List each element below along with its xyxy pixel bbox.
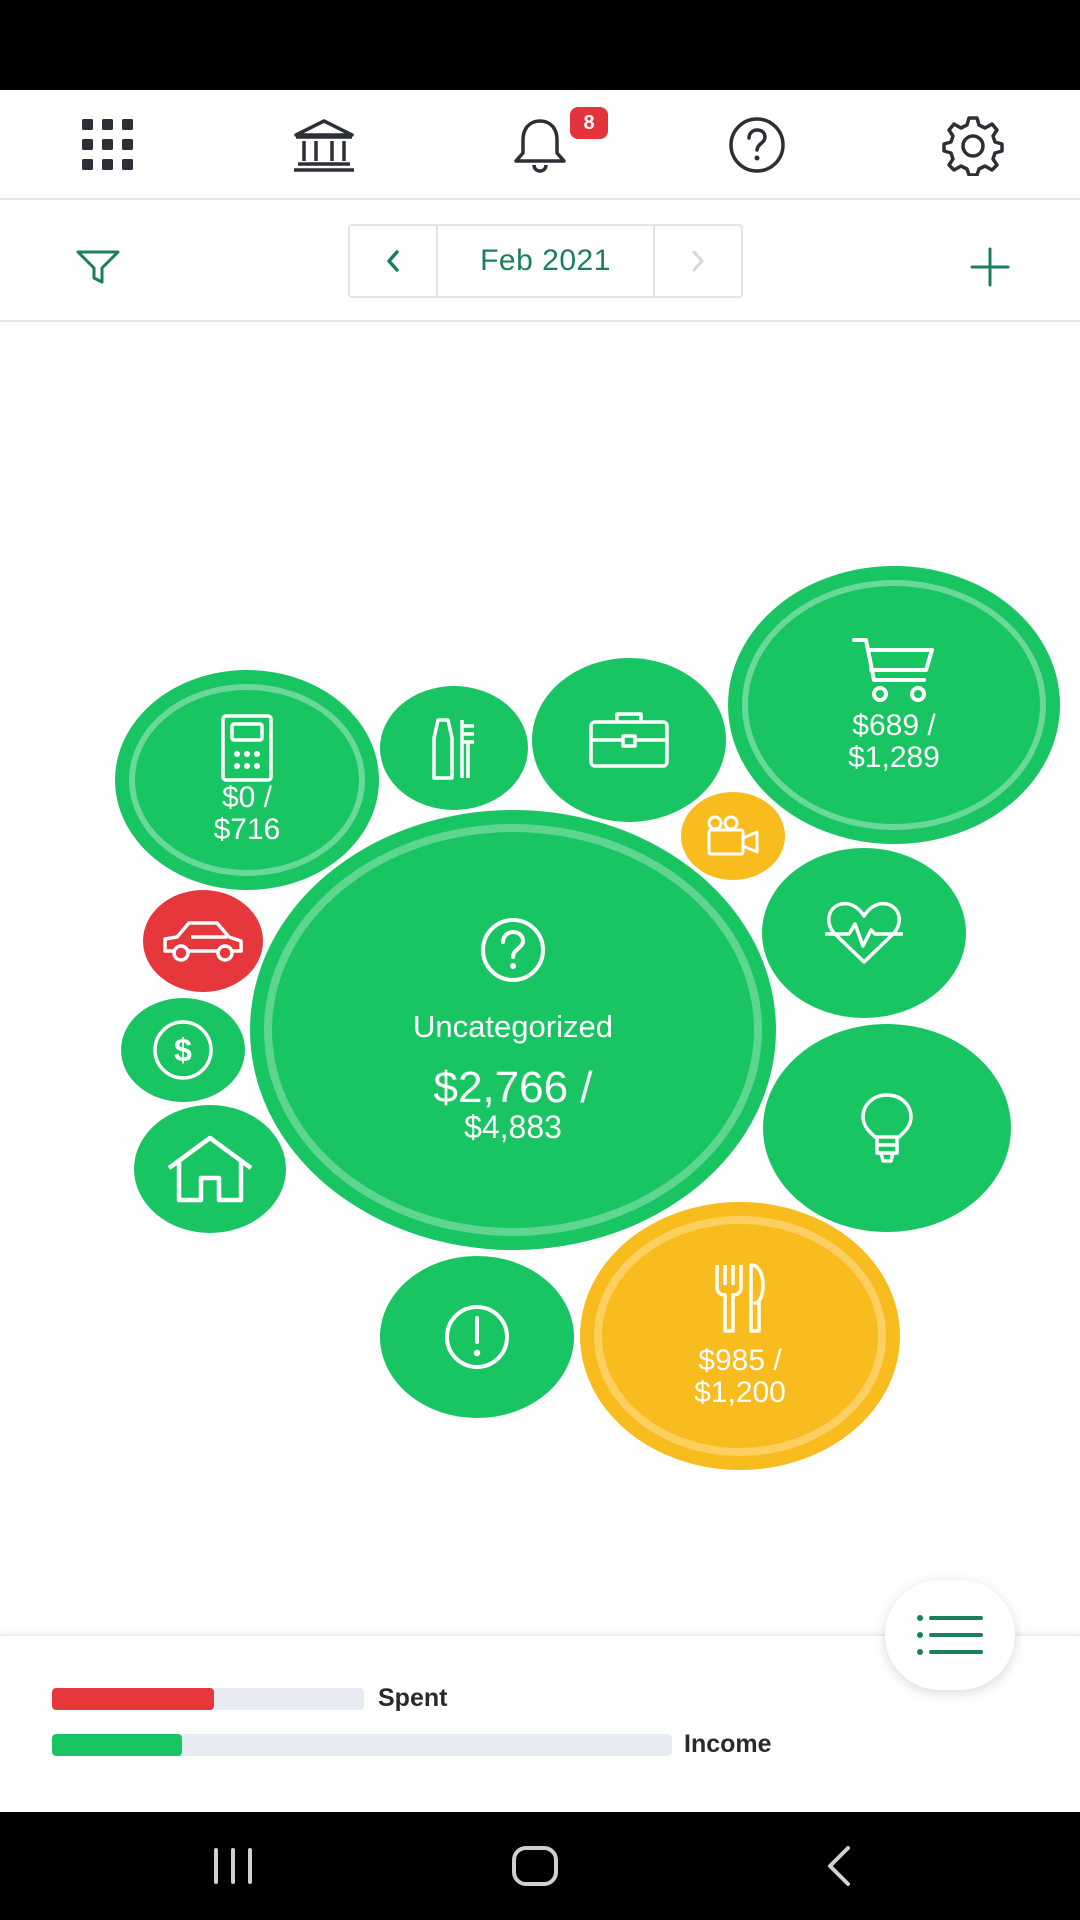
bubble-work[interactable] — [532, 658, 726, 822]
bubble-dining[interactable]: $985 / $1,200 — [580, 1202, 900, 1470]
video-camera-icon — [707, 815, 759, 856]
add-button[interactable] — [960, 237, 1020, 297]
income-bar-fill — [52, 1734, 183, 1756]
exclamation-icon — [445, 1305, 509, 1369]
bills-spent: $0 / — [221, 781, 273, 814]
toiletries-icon — [432, 718, 474, 780]
chevron-right-icon — [692, 250, 704, 272]
uncategorized-spent: $2,766 / — [433, 1063, 593, 1112]
progress-ring — [594, 1216, 886, 1456]
bubble-home[interactable] — [134, 1105, 286, 1233]
list-view-button[interactable] — [885, 1580, 1015, 1690]
bubble-utilities[interactable] — [763, 1024, 1011, 1232]
income-label: Income — [684, 1730, 772, 1758]
plus-icon — [970, 247, 1010, 287]
filter-icon[interactable] — [70, 242, 126, 292]
back-arrow-icon — [828, 1846, 850, 1886]
progress-ring — [742, 580, 1046, 830]
date-bar: Feb 2021 — [0, 202, 1080, 322]
grid-icon[interactable] — [73, 110, 143, 180]
cart-icon — [852, 638, 934, 702]
bank-icon[interactable] — [289, 110, 359, 180]
system-nav-bar — [0, 1812, 1080, 1920]
chevron-left-icon — [387, 250, 399, 272]
dollar-icon: $ — [153, 1020, 213, 1080]
svg-text:$: $ — [174, 1032, 192, 1068]
bubble-health[interactable] — [762, 848, 966, 1018]
status-bar — [0, 0, 1080, 90]
next-month-button[interactable] — [655, 226, 741, 296]
spent-bar — [52, 1688, 364, 1710]
bubble-bills[interactable]: $0 / $716 — [115, 670, 379, 890]
house-icon — [167, 1135, 253, 1203]
bubble-uncategorized[interactable]: Uncategorized $2,766 / $4,883 — [250, 810, 776, 1250]
dining-budget: $1,200 — [694, 1376, 786, 1409]
groceries-budget: $1,289 — [848, 741, 940, 774]
bubble-entertainment[interactable] — [681, 792, 785, 880]
spent-bar-fill — [52, 1688, 215, 1710]
bubble-alert[interactable] — [380, 1256, 574, 1418]
spent-label: Spent — [378, 1684, 448, 1712]
uncategorized-name: Uncategorized — [413, 1009, 613, 1044]
home-nav-icon — [512, 1846, 558, 1886]
heart-pulse-icon — [825, 901, 903, 964]
bills-budget: $716 — [213, 813, 281, 846]
recent-apps-icon — [214, 1848, 252, 1884]
calculator-icon — [221, 714, 273, 782]
month-navigator: Feb 2021 — [348, 224, 743, 298]
list-icon — [917, 1615, 983, 1655]
bubble-income[interactable]: $ — [121, 998, 245, 1102]
income-bar — [52, 1734, 672, 1756]
uncategorized-budget: $4,883 — [464, 1109, 562, 1145]
bubble-auto[interactable] — [143, 890, 263, 992]
help-icon[interactable] — [722, 110, 792, 180]
top-nav: 8 — [0, 90, 1080, 200]
lightbulb-icon — [861, 1093, 913, 1163]
recent-apps-button[interactable] — [198, 1838, 268, 1894]
bubble-personal-care[interactable] — [380, 686, 528, 810]
bell-icon[interactable] — [505, 110, 575, 180]
home-button[interactable] — [500, 1838, 570, 1894]
previous-month-button[interactable] — [350, 226, 436, 296]
dining-spent: $985 / — [698, 1344, 782, 1377]
briefcase-icon — [589, 712, 669, 768]
question-icon — [481, 918, 545, 982]
month-label[interactable]: Feb 2021 — [436, 226, 655, 296]
gear-icon[interactable] — [938, 110, 1008, 180]
car-icon — [163, 921, 243, 962]
back-button[interactable] — [803, 1838, 873, 1894]
notification-badge: 8 — [570, 107, 608, 139]
groceries-spent: $689 / — [852, 709, 936, 742]
bubble-groceries[interactable]: $689 / $1,289 — [728, 566, 1060, 844]
utensils-icon — [715, 1263, 765, 1333]
